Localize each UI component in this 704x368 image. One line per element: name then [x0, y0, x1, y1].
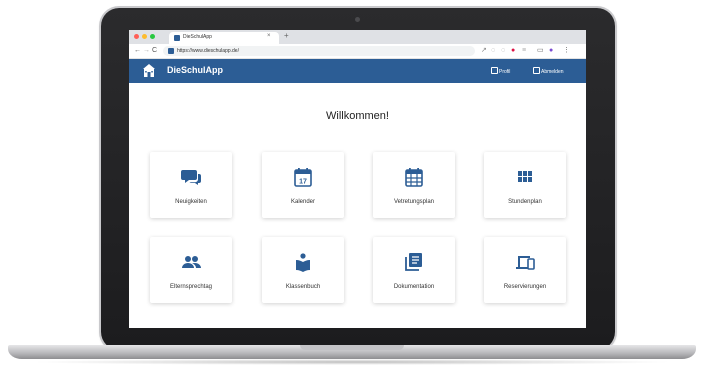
favicon-icon — [174, 35, 180, 41]
card-klassenbuch[interactable]: Klassenbuch — [262, 237, 344, 303]
extension-icon[interactable]: ◌ — [491, 46, 495, 55]
card-stundenplan[interactable]: Stundenplan — [484, 152, 566, 218]
browser-tab[interactable]: DieSchulApp × — [169, 32, 279, 44]
laptop-shadow — [30, 359, 674, 365]
site-favicon-icon — [168, 48, 174, 54]
card-neuigkeiten[interactable]: Neuigkeiten — [150, 152, 232, 218]
card-label: Stundenplan — [508, 199, 542, 205]
tab-title: DieSchulApp — [183, 34, 212, 40]
card-label: Vetretungsplan — [393, 199, 435, 205]
share-icon[interactable]: ↗ — [481, 46, 487, 55]
card-elternsprechtag[interactable]: Elternsprechtag — [150, 237, 232, 303]
laptop-screen: DieSchulApp × + ← → C https://www.diesch… — [129, 30, 586, 328]
forward-button[interactable]: → — [143, 46, 150, 55]
extension-icon[interactable]: ◌ — [501, 46, 505, 55]
card-label: Dokumentation — [393, 284, 435, 290]
tab-close-icon[interactable]: × — [267, 33, 271, 39]
app-header: DieSchulApp Profil Abmelden — [129, 59, 586, 83]
app-title: DieSchulApp — [167, 65, 224, 75]
profile-avatar-icon[interactable]: ● — [549, 46, 553, 55]
card-label: Kalender — [290, 199, 316, 205]
card-dokumentation[interactable]: Dokumentation — [373, 237, 455, 303]
maximize-window-icon[interactable] — [150, 34, 155, 39]
profile-icon — [491, 67, 498, 74]
camera-icon — [355, 17, 360, 22]
card-label: Klassenbuch — [285, 284, 321, 290]
sidebar-icon[interactable]: ▭ — [537, 46, 544, 55]
address-bar[interactable]: https://www.dieschulapp.de/ — [163, 46, 475, 56]
card-label: Neuigkeiten — [175, 199, 207, 205]
reload-button[interactable]: C — [152, 46, 157, 55]
chat-icon — [181, 170, 201, 185]
extension-icon[interactable]: ● — [511, 46, 515, 55]
modules-icon — [518, 171, 532, 182]
browser-tab-bar: DieSchulApp × + — [129, 30, 586, 44]
back-button[interactable]: ← — [134, 46, 141, 55]
logout-button[interactable]: Abmelden — [533, 67, 564, 75]
grid-calendar-icon — [405, 168, 423, 187]
calendar-icon: 17 — [294, 168, 312, 187]
browser-menu-icon[interactable]: ⋮ — [563, 46, 570, 55]
close-window-icon[interactable] — [134, 34, 139, 39]
extension-icon[interactable]: ≡ — [522, 46, 526, 55]
logout-label: Abmelden — [541, 69, 564, 75]
card-label: Elternsprechtag — [169, 284, 213, 290]
devices-icon — [516, 256, 535, 270]
url-text: https://www.dieschulapp.de/ — [177, 48, 239, 54]
new-tab-button[interactable]: + — [284, 32, 289, 40]
browser-toolbar: ← → C https://www.dieschulapp.de/ ↗ ◌ ◌ … — [129, 44, 586, 59]
card-reservierungen[interactable]: Reservierungen — [484, 237, 566, 303]
reading-icon — [296, 253, 310, 272]
card-kalender[interactable]: 17 Kalender — [262, 152, 344, 218]
card-label: Reservierungen — [503, 284, 547, 290]
calendar-day: 17 — [299, 179, 307, 186]
minimize-window-icon[interactable] — [142, 34, 147, 39]
people-icon — [182, 256, 201, 268]
welcome-heading: Willkommen! — [326, 110, 389, 122]
documents-icon — [405, 253, 422, 271]
profile-button[interactable]: Profil — [491, 67, 510, 75]
card-vetretungsplan[interactable]: Vetretungsplan — [373, 152, 455, 218]
logout-icon — [533, 67, 540, 74]
profile-label: Profil — [499, 69, 511, 75]
school-logo-icon — [143, 64, 155, 77]
laptop-notch — [300, 345, 404, 350]
